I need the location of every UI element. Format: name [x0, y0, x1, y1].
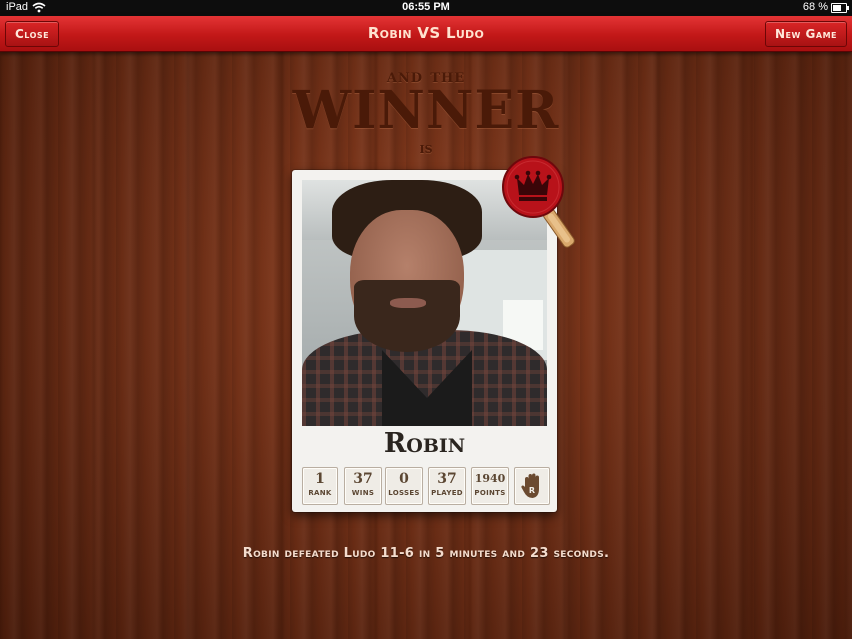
battery-icon — [831, 3, 849, 13]
stat-value: 37 — [353, 471, 373, 487]
stat-label: PLAYED — [431, 489, 463, 497]
stat-losses: 0 LOSSES — [385, 467, 423, 505]
nav-bar: Robin VS Ludo Close New Game — [0, 16, 852, 52]
stat-value: 37 — [437, 471, 457, 487]
stat-value: 0 — [399, 471, 409, 487]
result-message: Robin defeated Ludo 11-6 in 5 minutes an… — [242, 546, 610, 561]
stat-label: POINTS — [474, 489, 506, 497]
crown-paddle-icon — [500, 151, 580, 263]
stat-label: WINS — [351, 489, 375, 497]
stat-points: 1940 POINTS — [471, 467, 509, 505]
clock: 06:55 PM — [402, 1, 450, 13]
status-bar: iPad 06:55 PM 68 % — [0, 0, 852, 16]
stat-label: LOSSES — [388, 489, 420, 497]
player-name: Robin — [383, 428, 466, 459]
stat-value: 1940 — [474, 472, 506, 485]
stat-played: 37 PLAYED — [428, 467, 466, 505]
nav-title: Robin VS Ludo — [367, 24, 485, 42]
stat-value: 1 — [315, 471, 325, 487]
new-game-button[interactable]: New Game — [765, 21, 847, 47]
close-button[interactable]: Close — [5, 21, 60, 47]
battery-percent: 68 % — [802, 1, 828, 13]
hand-icon: R — [521, 473, 539, 498]
stat-label: RANK — [308, 489, 332, 497]
heading-is: is — [419, 138, 433, 157]
heading-winner: Winner — [292, 80, 560, 141]
svg-text:R: R — [529, 486, 535, 495]
hand-icon-button[interactable]: R — [514, 467, 550, 505]
stat-rank: 1 RANK — [302, 467, 338, 505]
stat-wins: 37 WINS — [344, 467, 382, 505]
